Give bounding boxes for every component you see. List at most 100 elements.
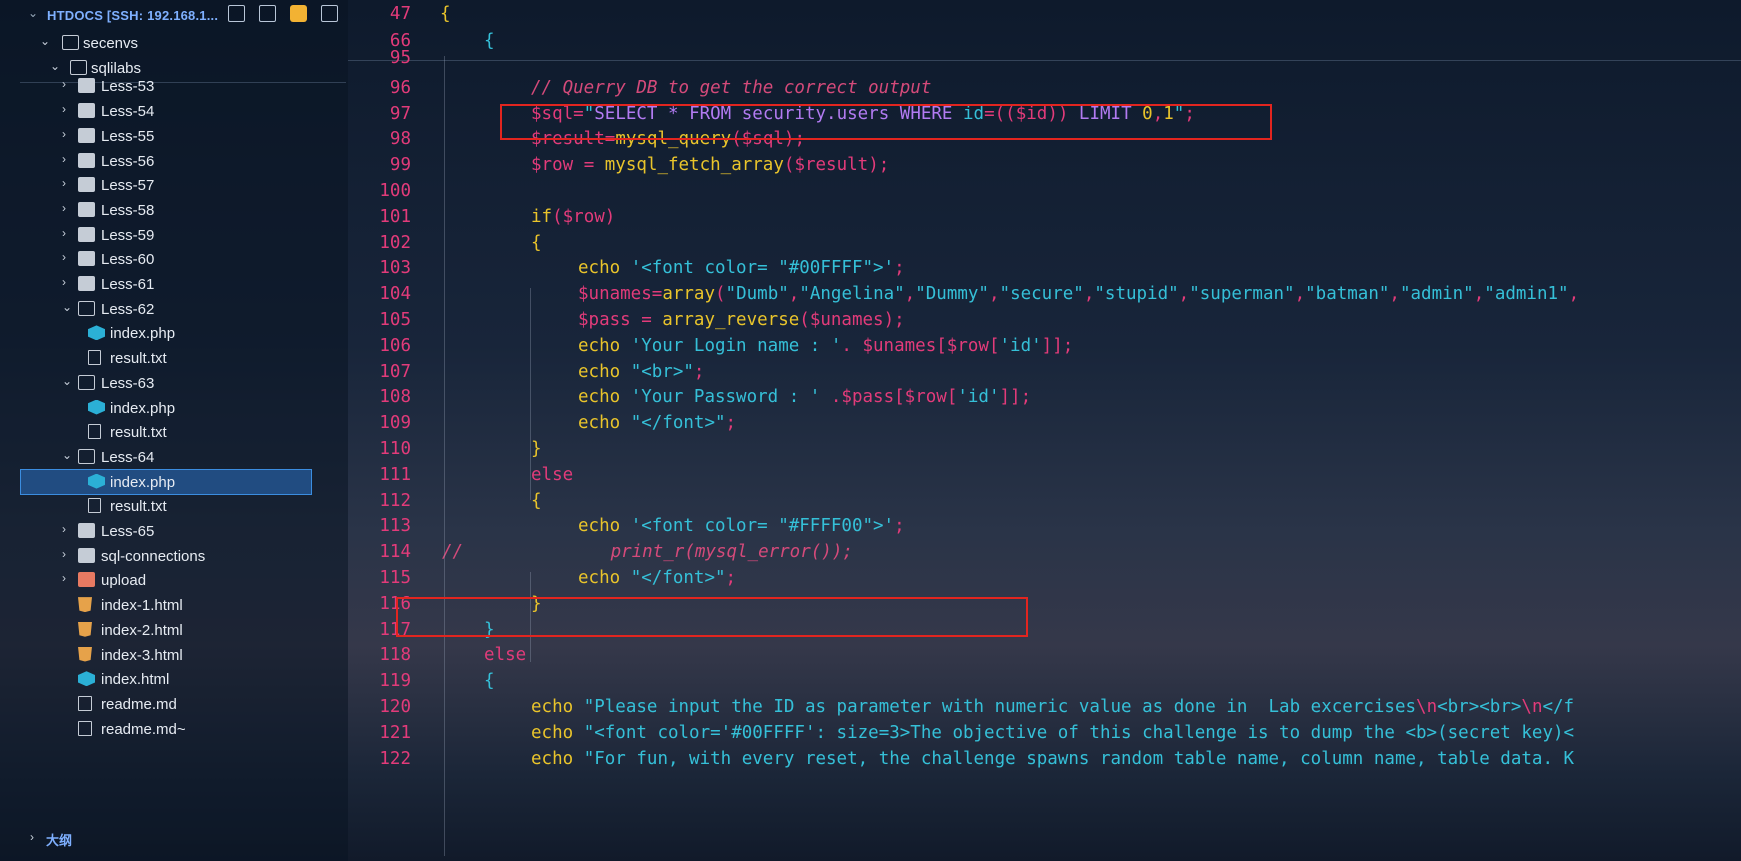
code-line[interactable]: echo "</font>";: [578, 568, 736, 588]
code-line[interactable]: {: [531, 233, 542, 253]
tree-item-label: index.php: [110, 399, 176, 417]
code-line[interactable]: echo "<br>";: [578, 362, 704, 382]
chevron-down-icon[interactable]: ⌄: [28, 6, 38, 20]
tree-item[interactable]: index.php: [0, 395, 348, 421]
tree-item[interactable]: › upload: [0, 567, 348, 593]
code-line[interactable]: $row = mysql_fetch_array($result);: [531, 155, 889, 175]
tree-item[interactable]: › sql-connections: [0, 543, 348, 569]
code-line[interactable]: echo '<font color= "#FFFF00">';: [578, 516, 905, 536]
code-line[interactable]: echo 'Your Login name : '. $unames[$row[…: [578, 336, 1073, 356]
code-line[interactable]: {: [531, 491, 542, 511]
tree-item-label: Less-63: [101, 374, 155, 392]
tree-item[interactable]: index-1.html: [0, 592, 348, 618]
code-line[interactable]: // print_r(mysql_error());: [442, 542, 853, 562]
code-line[interactable]: echo '<font color= "#00FFFF">';: [578, 258, 905, 278]
tree-item-label: Less-57: [101, 177, 155, 195]
tree-item[interactable]: › Less-60: [0, 246, 348, 272]
code-line[interactable]: $pass = array_reverse($unames);: [578, 310, 905, 330]
tree-item-label: Less-59: [101, 226, 155, 244]
tree-item-label: result.txt: [110, 498, 167, 516]
code-line[interactable]: echo 'Your Password : ' .$pass[$row['id'…: [578, 387, 1031, 407]
line-number: 109: [379, 413, 411, 434]
tree-item[interactable]: result.txt: [0, 493, 348, 519]
beer-icon[interactable]: [290, 5, 307, 22]
code-line[interactable]: {: [484, 671, 495, 691]
line-number: 114: [379, 542, 411, 563]
tree-item[interactable]: ⌄ Less-62: [0, 296, 348, 322]
tree-item[interactable]: › Less-55: [0, 123, 348, 149]
tree-item-label: result.txt: [110, 424, 167, 442]
tree-item[interactable]: index-3.html: [0, 642, 348, 668]
code-line[interactable]: $unames=array("Dumb","Angelina","Dummy",…: [578, 284, 1579, 304]
tree-item-label: upload: [101, 572, 147, 590]
code-line[interactable]: else: [531, 465, 573, 485]
folder-icon: [78, 276, 95, 291]
line-number: 121: [379, 722, 411, 743]
tree-item-label: readme.md~: [101, 720, 186, 738]
folder-icon: [78, 103, 95, 119]
html5-file-icon: [78, 646, 92, 662]
tree-item[interactable]: index.html: [0, 666, 348, 692]
explorer-panel: ⌄ HTDOCS [SSH: 192.168.1... ⌄ secenvs ⌄ sql…: [0, 0, 348, 861]
tree-item[interactable]: index.php: [0, 320, 348, 346]
tree-item[interactable]: ⌄ secenvs: [0, 30, 348, 56]
code-line[interactable]: echo "<font color='#00FFFF': size=3>The …: [531, 723, 1574, 743]
tree-item-label: Less-55: [101, 127, 155, 145]
new-folder-icon[interactable]: [259, 5, 276, 22]
folder-icon: [78, 127, 95, 143]
line-number: 103: [379, 258, 411, 279]
new-file-icon[interactable]: [228, 5, 245, 22]
tree-item[interactable]: result.txt: [0, 345, 348, 371]
indent-guide: [444, 56, 445, 856]
chevron-down-icon: ⌄: [40, 34, 51, 48]
tree-item[interactable]: › Less-65: [0, 518, 348, 544]
tree-item-label: Less-53: [101, 78, 155, 96]
line-number: 105: [379, 310, 411, 330]
chevron-right-icon: ›: [62, 151, 66, 166]
tree-item[interactable]: › Less-53: [0, 73, 348, 99]
tree-item[interactable]: › Less-58: [0, 197, 348, 223]
chevron-right-icon: ›: [30, 830, 34, 844]
chevron-right-icon: ›: [62, 522, 66, 536]
tree-item[interactable]: result.txt: [0, 419, 348, 445]
code-editor[interactable]: 47{66{95 96// Querry DB to get the correc…: [348, 0, 1741, 861]
tree-item-label: index.html: [101, 671, 170, 689]
tree-item[interactable]: ⌄ Less-63: [0, 370, 348, 396]
line-number: 110: [379, 439, 411, 459]
code-line[interactable]: else: [484, 645, 526, 665]
line-number: 98: [389, 129, 411, 150]
markdown-file-icon: [78, 720, 92, 736]
code-line[interactable]: }: [531, 439, 542, 459]
line-number: 119: [379, 671, 411, 692]
line-number: 120: [379, 697, 411, 717]
workspace-title[interactable]: HTDOCS [SSH: 192.168.1...: [47, 8, 218, 23]
folder-icon: [78, 226, 95, 242]
line-number: 108: [379, 387, 411, 408]
tree-item[interactable]: › Less-59: [0, 222, 348, 248]
line-number: 115: [379, 568, 411, 588]
chevron-right-icon: ›: [62, 102, 66, 117]
tree-item[interactable]: index-2.html: [0, 617, 348, 643]
outline-section[interactable]: › 大纲: [0, 825, 348, 851]
tree-item[interactable]: › Less-57: [0, 172, 348, 198]
tree-item-label: Less-56: [101, 152, 155, 170]
tree-item[interactable]: › Less-54: [0, 98, 348, 124]
code-line[interactable]: echo "</font>";: [578, 413, 736, 433]
code-line[interactable]: // Querry DB to get the correct output: [531, 78, 931, 98]
code-line[interactable]: echo "Please input the ID as parameter w…: [531, 697, 1574, 717]
chevron-down-icon: ⌄: [62, 447, 73, 462]
tree-item[interactable]: readme.md~: [0, 716, 348, 742]
sql-query-highlight: [500, 104, 1272, 140]
tree-item[interactable]: › Less-56: [0, 148, 348, 174]
chevron-right-icon: ›: [62, 546, 66, 561]
html5-file-icon: [78, 621, 92, 637]
tree-item[interactable]: index.php: [20, 468, 312, 495]
collapse-all-icon[interactable]: [321, 5, 338, 22]
tree-item[interactable]: ⌄ Less-64: [0, 444, 348, 470]
code-line[interactable]: echo "For fun, with every reset, the cha…: [531, 749, 1574, 769]
code-line[interactable]: if($row): [531, 207, 615, 227]
tree-item[interactable]: readme.md: [0, 691, 348, 717]
tree-item[interactable]: › Less-61: [0, 271, 348, 297]
sticky-code-line: {: [484, 31, 495, 51]
folder-icon: [78, 251, 95, 267]
